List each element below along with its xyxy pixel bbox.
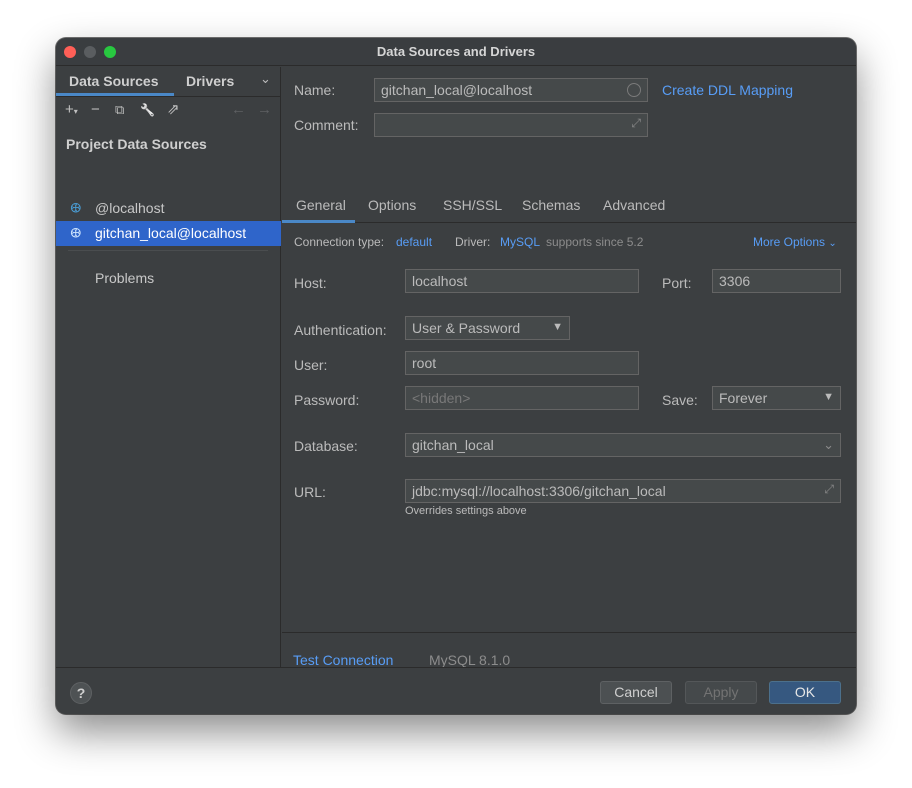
driver-note: supports since 5.2 <box>546 235 644 249</box>
host-input[interactable]: localhost <box>405 269 639 293</box>
comment-field[interactable]: ⤢ <box>374 113 648 137</box>
tab-schemas[interactable]: Schemas <box>522 197 580 213</box>
window-title: Data Sources and Drivers <box>376 44 536 59</box>
database-label: Database: <box>294 438 358 454</box>
url-hint: Overrides settings above <box>405 505 527 517</box>
connection-form: Name: gitchan_local@localhost Create DDL… <box>282 67 856 668</box>
save-select[interactable]: Forever ▼ <box>712 386 841 410</box>
name-value: gitchan_local@localhost <box>381 82 533 98</box>
connection-type-link[interactable]: default <box>396 235 432 249</box>
database-value: gitchan_local <box>412 437 494 453</box>
chevron-down-icon: ⌄ <box>823 437 834 452</box>
port-label: Port: <box>662 275 692 291</box>
tab-general[interactable]: General <box>296 197 346 213</box>
database-select[interactable]: gitchan_local ⌄ <box>405 433 841 457</box>
name-label: Name: <box>294 82 336 98</box>
connection-type-label: Connection type: <box>294 235 385 249</box>
wrench-icon[interactable]: 🔧 <box>140 101 155 119</box>
back-arrow-icon[interactable]: ← <box>231 101 246 119</box>
password-label: Password: <box>294 392 360 408</box>
tab-drivers[interactable]: Drivers <box>186 73 234 89</box>
active-tab-indicator <box>282 220 355 223</box>
remove-icon[interactable]: − <box>91 101 100 119</box>
settings-tabs: General Options SSH/SSL Schemas Advanced <box>282 191 856 223</box>
forward-arrow-icon[interactable]: → <box>257 101 272 119</box>
add-icon[interactable]: +▾ <box>65 101 78 121</box>
help-button[interactable]: ? <box>70 682 92 704</box>
divider <box>56 96 281 97</box>
more-options-link[interactable]: More Options ⌄ <box>753 235 837 249</box>
section-title: Project Data Sources <box>66 136 207 152</box>
name-field[interactable]: gitchan_local@localhost <box>374 78 648 102</box>
tab-advanced[interactable]: Advanced <box>603 197 665 213</box>
duplicate-icon[interactable]: ⧉ <box>115 101 124 119</box>
save-label: Save: <box>662 392 698 408</box>
port-input[interactable]: 3306 <box>712 269 841 293</box>
host-label: Host: <box>294 275 327 291</box>
tab-data-sources[interactable]: Data Sources <box>69 73 158 89</box>
dialog-window: Data Sources and Drivers Data Sources Dr… <box>56 38 856 714</box>
user-input[interactable]: root <box>405 351 639 375</box>
driver-label: Driver: <box>455 235 491 249</box>
chevron-down-icon[interactable]: ⌄ <box>260 71 271 87</box>
authentication-label: Authentication: <box>294 322 387 338</box>
authentication-select[interactable]: User & Password ▼ <box>405 316 570 340</box>
tab-ssh-ssl[interactable]: SSH/SSL <box>443 197 502 213</box>
create-ddl-mapping-link[interactable]: Create DDL Mapping <box>662 82 793 98</box>
expand-icon[interactable]: ⤢ <box>631 116 641 131</box>
sidebar: Data Sources Drivers ⌄ +▾ − ⧉ 🔧 ⇗ ← → Pr… <box>56 67 281 667</box>
user-label: User: <box>294 357 328 373</box>
comment-label: Comment: <box>294 117 359 133</box>
url-input[interactable]: jdbc:mysql://localhost:3306/gitchan_loca… <box>405 479 841 503</box>
data-source-label: gitchan_local@localhost <box>95 225 247 241</box>
dropdown-arrow-icon: ▼ <box>823 391 834 403</box>
driver-link[interactable]: MySQL <box>500 235 540 249</box>
authentication-value: User & Password <box>412 320 521 336</box>
data-source-item-selected[interactable]: 𐃏 gitchan_local@localhost <box>56 221 281 246</box>
problems-item[interactable]: Problems <box>95 270 154 286</box>
tab-options[interactable]: Options <box>368 197 416 213</box>
title-bar: Data Sources and Drivers <box>56 38 856 66</box>
apply-button[interactable]: Apply <box>685 681 757 704</box>
divider <box>68 250 268 251</box>
export-icon[interactable]: ⇗ <box>167 101 180 119</box>
data-source-item[interactable]: 𐃏 @localhost <box>56 196 281 221</box>
color-picker-icon[interactable] <box>627 83 641 97</box>
ok-button[interactable]: OK <box>769 681 841 704</box>
dolphin-icon: 𐃏 <box>70 225 82 241</box>
url-value: jdbc:mysql://localhost:3306/gitchan_loca… <box>412 483 666 499</box>
cancel-button[interactable]: Cancel <box>600 681 672 704</box>
dialog-footer: ? Cancel Apply OK <box>56 667 856 714</box>
chevron-down-icon: ⌄ <box>828 238 837 249</box>
divider <box>282 632 856 633</box>
server-version: MySQL 8.1.0 <box>429 652 511 668</box>
password-input[interactable]: <hidden> <box>405 386 639 410</box>
test-connection-link[interactable]: Test Connection <box>293 652 393 668</box>
dolphin-icon: 𐃏 <box>70 200 82 216</box>
save-value: Forever <box>719 390 768 406</box>
dropdown-arrow-icon: ▼ <box>552 321 563 333</box>
url-label: URL: <box>294 484 326 500</box>
data-source-label: @localhost <box>95 200 165 216</box>
expand-icon[interactable]: ⤢ <box>824 482 834 497</box>
